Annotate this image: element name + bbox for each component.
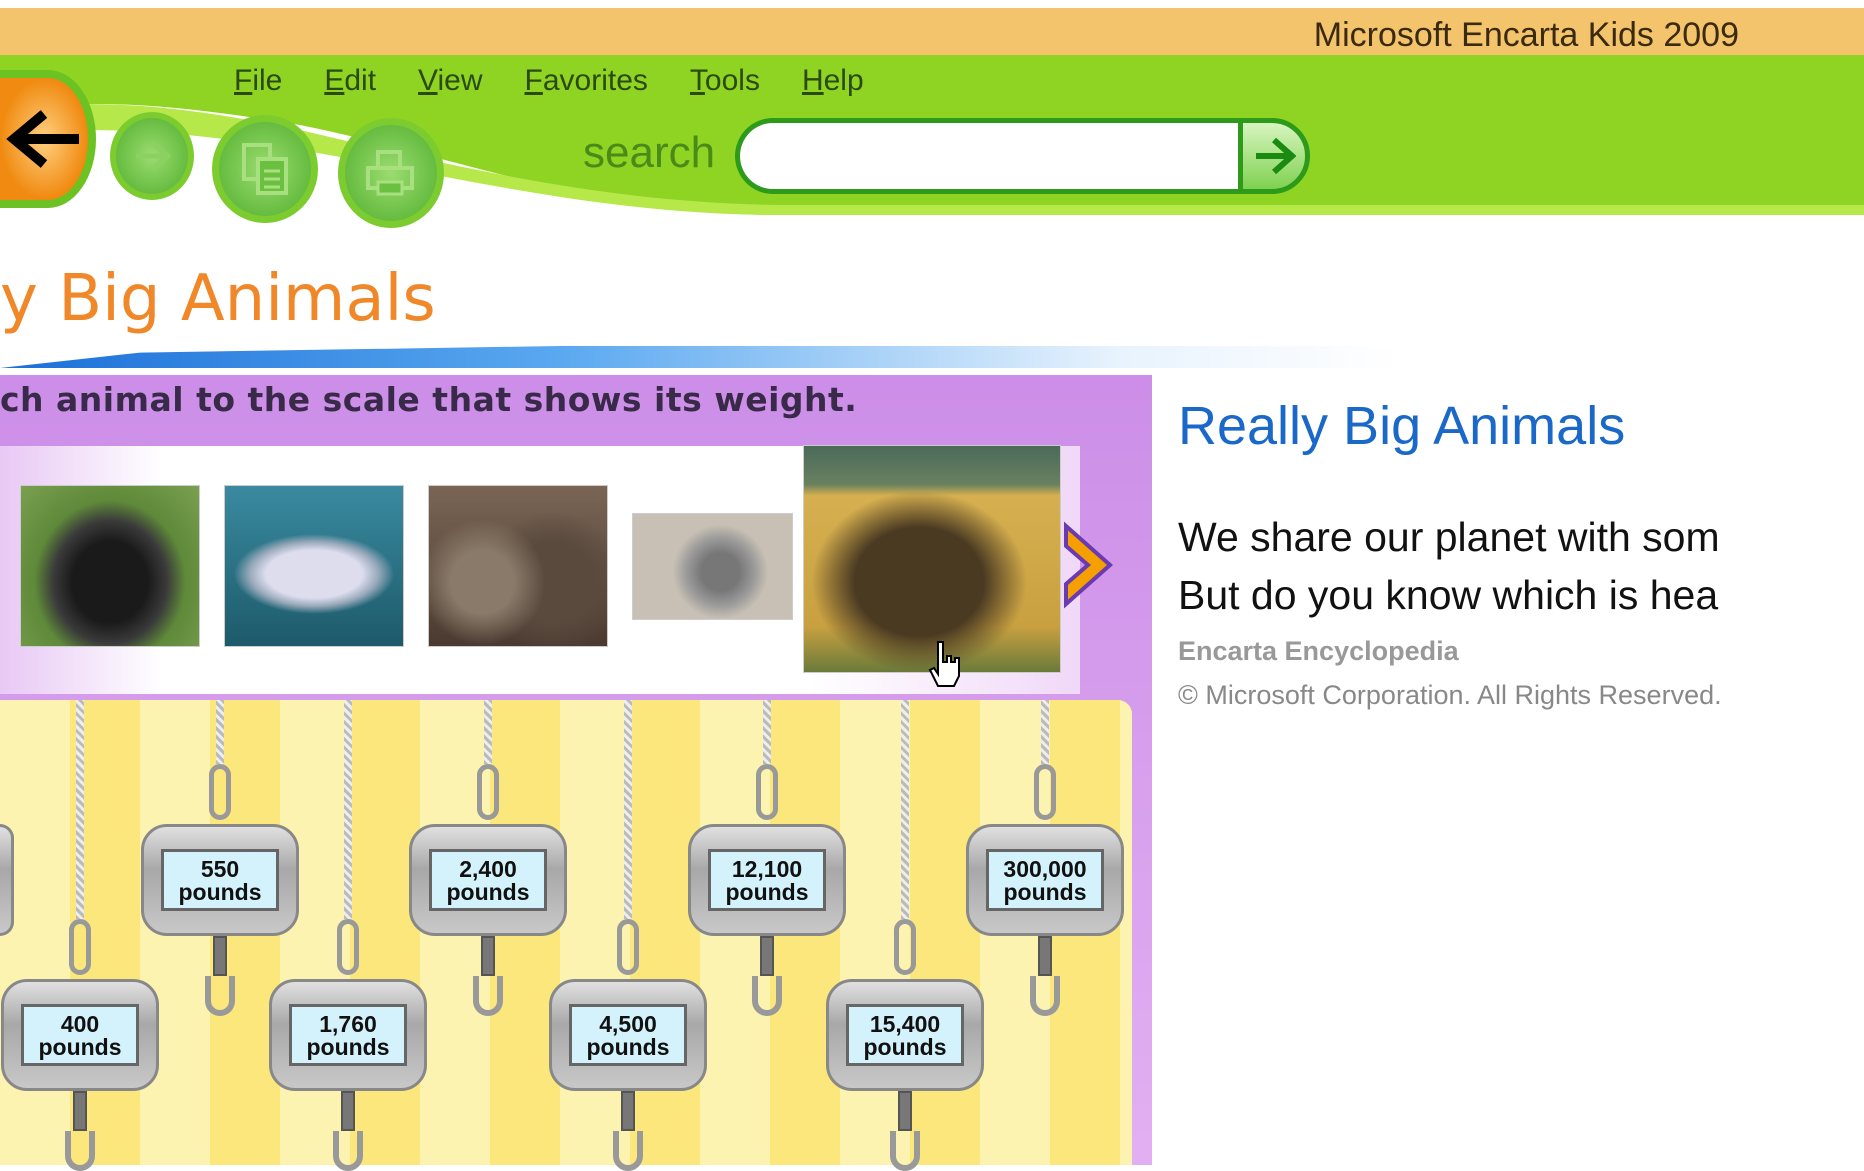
scale-rope [624,700,632,919]
weight-scale[interactable]: 300,000 pounds [966,824,1124,936]
scale-rope [344,700,352,919]
scale-hook [333,1131,363,1171]
scale-hook [752,976,782,1016]
scale-shaft [1038,936,1052,976]
scale-chain [337,919,359,975]
menu-edit[interactable]: Edit [324,64,376,98]
next-arrow-icon[interactable] [1060,520,1116,610]
animal-photo-bison[interactable] [803,445,1061,673]
scale-chain [1034,764,1056,820]
weight-scale[interactable]: 1,760 pounds [269,979,427,1091]
weight-scale[interactable]: 2,400 pounds [409,824,567,936]
forward-button[interactable] [110,112,194,200]
scale-rope [763,700,771,764]
weight-scale[interactable]: 15,400 pounds [826,979,984,1091]
source-label: Encarta Encyclopedia [1178,636,1459,666]
scale-rope [484,700,492,764]
scale-chain [209,764,231,820]
animal-photo-elephants[interactable] [428,485,608,647]
scale-shaft [73,1091,87,1131]
scale-chain [894,919,916,975]
scale-display: 2,400 pounds [429,849,547,911]
scale-hook [890,1131,920,1171]
scale-weight-label: 2,400 pounds [446,856,530,905]
scale-hook [1030,976,1060,1016]
weight-scale[interactable]: 4,500 pounds [549,979,707,1091]
scale-weight-label: 400 pounds [38,1011,122,1060]
scale-weight-label: 15,400 pounds [863,1011,947,1060]
scale-hook [205,976,235,1016]
scale-rope [1041,700,1049,764]
article-text-line1: We share our planet with som [1178,514,1720,560]
window-top [0,0,1864,8]
scale-rope [901,700,909,919]
forward-arrow-icon [136,140,172,172]
scale-shaft [898,1091,912,1131]
scale-display: 1,760 pounds [289,1004,407,1066]
menu-tools[interactable]: Tools [690,64,760,98]
app-title: Microsoft Encarta Kids 2009 [1313,16,1739,54]
weight-scale[interactable]: 400 pounds [1,979,159,1091]
scale-display: 300,000 pounds [986,849,1104,911]
scale-shaft [621,1091,635,1131]
divider [0,346,1400,368]
scale-display: 4,500 pounds [569,1004,687,1066]
menu-file[interactable]: File [234,64,282,98]
menu-favorites[interactable]: Favorites [525,64,648,98]
scale-weight-label: 300,000 pounds [1003,856,1087,905]
activity-instruction: ch animal to the scale that shows its we… [0,380,858,419]
animal-photo-walrus[interactable] [632,513,793,620]
scale-chain [477,764,499,820]
menu-bar: File Edit View Favorites Tools Help [234,64,906,98]
animal-photo-shark[interactable] [224,485,404,647]
scale-shaft [481,936,495,976]
scale-hook [65,1131,95,1171]
article-text-line2: But do you know which is hea [1178,572,1719,618]
back-button[interactable] [0,70,96,208]
scale-hook [613,1131,643,1171]
back-arrow-icon [6,110,79,168]
menu-view[interactable]: View [418,64,482,98]
scale-weight-label: 550 pounds [178,856,262,905]
copy-button[interactable] [212,115,318,223]
copy-icon [242,143,288,195]
scale-hook [473,976,503,1016]
scale-chain [617,919,639,975]
scale-chain [756,764,778,820]
scale-chain [69,919,91,975]
scale-weight-label: 4,500 pounds [586,1011,670,1060]
scale-rope [216,700,224,764]
scale-display: 12,100 pounds [708,849,826,911]
weight-scale[interactable]: 550 pounds [141,824,299,936]
weight-scale[interactable]: 12,100 pounds [688,824,846,936]
search-label: search [583,128,716,177]
hand-cursor-icon [928,641,960,687]
search-input[interactable] [735,118,1240,194]
animal-photo-gorilla[interactable] [20,485,200,647]
scale-rope [76,700,84,919]
scale-display: 400 pounds [21,1004,139,1066]
scale-shaft [341,1091,355,1131]
title-bar: Microsoft Encarta Kids 2009 [0,8,1864,56]
page-title: y Big Animals [0,262,436,336]
scale-display: 550 pounds [161,849,279,911]
go-arrow-icon [1256,137,1296,175]
print-button[interactable] [338,118,444,228]
scale-shaft [760,936,774,976]
article-title: Really Big Animals [1178,396,1626,456]
print-icon [366,150,414,196]
scale-weight-label: 12,100 pounds [725,856,809,905]
scale-shaft [213,936,227,976]
copyright-text: © Microsoft Corporation. All Rights Rese… [1178,680,1722,710]
menu-help[interactable]: Help [802,64,864,98]
scale-display: 15,400 pounds [846,1004,964,1066]
weight-scale-partial[interactable] [0,824,14,936]
scale-weight-label: 1,760 pounds [306,1011,390,1060]
